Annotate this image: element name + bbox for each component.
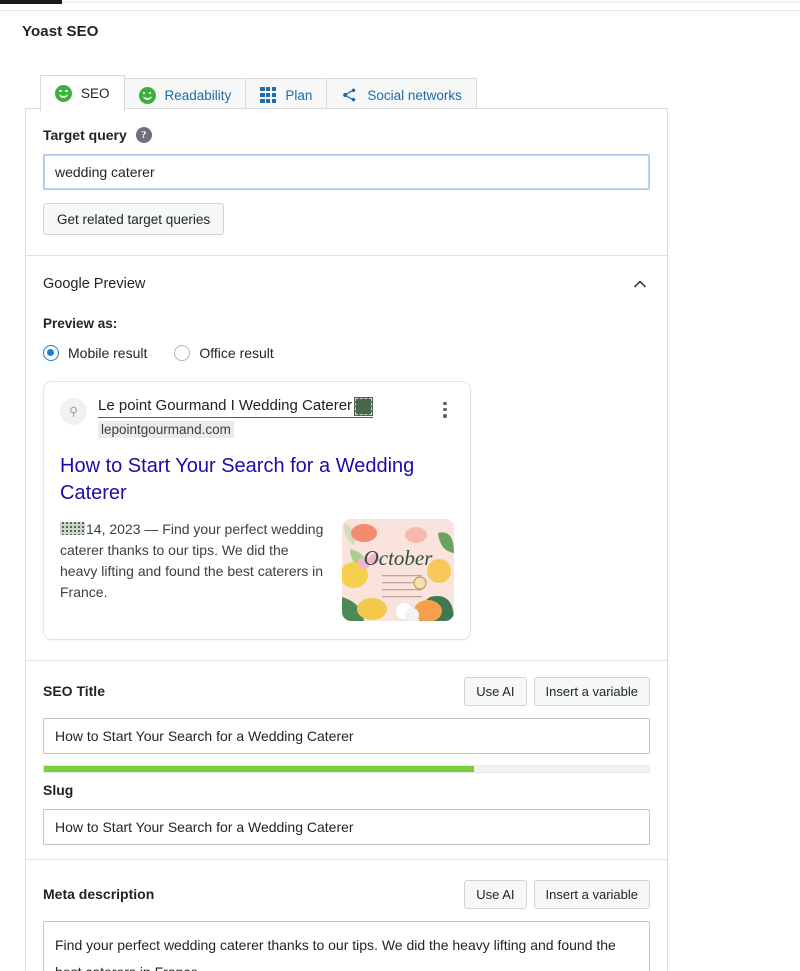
site-favicon-icon: ⚲ (60, 398, 87, 425)
seo-title-insert-variable-button[interactable]: Insert a variable (534, 677, 651, 706)
google-card-url: lepointgourmand.com (98, 421, 234, 438)
google-card-brand: Le point Gourmand I Wedding Caterer (98, 396, 373, 418)
google-card-brand-text: Le point Gourmand I Wedding Caterer (98, 396, 352, 416)
grid-icon (260, 87, 276, 103)
radio-mobile-result-label: Mobile result (68, 345, 147, 361)
slug-label: Slug (43, 782, 650, 798)
seo-title-label: SEO Title (43, 683, 105, 699)
google-card-thumbnail: October (342, 519, 454, 621)
radio-office-result-label: Office result (199, 345, 273, 361)
tab-social-networks[interactable]: Social networks (326, 78, 477, 111)
seo-title-header: SEO Title Use AI Insert a variable (43, 675, 650, 707)
radio-mobile-result[interactable]: Mobile result (43, 345, 147, 361)
meta-description-label: Meta description (43, 886, 154, 902)
share-icon (341, 87, 358, 103)
question-mark-icon[interactable]: ? (136, 127, 152, 143)
target-query-button-wrap: Get related target queries (43, 203, 650, 235)
meta-description-textarea[interactable] (43, 921, 650, 971)
target-query-label-row: Target query ? (43, 127, 650, 143)
radio-unselected-icon (174, 345, 190, 361)
redaction-block-icon (354, 397, 373, 416)
header-divider (0, 10, 800, 11)
tab-readability-label: Readability (165, 88, 232, 103)
smiley-green-icon (139, 87, 156, 104)
google-card-description: 14, 2023 — Find your perfect wedding cat… (60, 519, 328, 603)
meta-description-actions: Use AI Insert a variable (464, 880, 650, 909)
seo-title-use-ai-button[interactable]: Use AI (464, 677, 526, 706)
seo-title-section: SEO Title Use AI Insert a variable Slug (26, 660, 667, 859)
tab-list: SEO Readability Plan Social networks (40, 75, 477, 111)
target-query-section: Target query ? Get related target querie… (26, 109, 667, 255)
preview-as-radio-group: Mobile result Office result (43, 345, 650, 361)
google-card-date: 14, 2023 (86, 521, 141, 537)
meta-description-header: Meta description Use AI Insert a variabl… (43, 878, 650, 910)
tab-social-networks-label: Social networks (367, 88, 462, 103)
get-related-target-queries-button[interactable]: Get related target queries (43, 203, 224, 235)
tab-readability[interactable]: Readability (124, 78, 247, 111)
google-preview-section: Google Preview Preview as: Mobile result… (26, 255, 667, 660)
google-card-site-row: ⚲ Le point Gourmand I Wedding Caterer le… (60, 396, 454, 439)
radio-office-result[interactable]: Office result (174, 345, 273, 361)
seo-title-input[interactable] (43, 718, 650, 754)
seo-title-progress-fill (44, 766, 474, 772)
radio-selected-icon (43, 345, 59, 361)
slug-input[interactable] (43, 809, 650, 845)
tab-plan-label: Plan (285, 88, 312, 103)
tab-seo-label: SEO (81, 86, 110, 101)
tab-seo[interactable]: SEO (40, 75, 125, 111)
google-preview-title: Google Preview (43, 276, 145, 292)
kebab-menu-icon[interactable] (436, 402, 454, 418)
redaction-block-small-icon (60, 522, 85, 535)
google-card-date-separator: — (144, 521, 158, 537)
tab-plan[interactable]: Plan (245, 78, 327, 111)
seo-title-progress-bar (43, 765, 650, 773)
top-progress-bar (0, 0, 62, 4)
meta-description-insert-variable-button[interactable]: Insert a variable (534, 880, 651, 909)
top-bar-track (62, 1, 800, 3)
seo-title-actions: Use AI Insert a variable (464, 677, 650, 706)
smiley-green-icon (55, 85, 72, 102)
google-result-card: ⚲ Le point Gourmand I Wedding Caterer le… (43, 381, 471, 640)
google-card-body: 14, 2023 — Find your perfect wedding cat… (60, 519, 454, 621)
yoast-seo-metabox: Yoast SEO SEO Readability Plan (0, 0, 800, 971)
target-query-label: Target query (43, 127, 127, 143)
meta-description-section: Meta description Use AI Insert a variabl… (26, 859, 667, 971)
page-title: Yoast SEO (22, 23, 98, 40)
seo-panel: Target query ? Get related target querie… (25, 108, 668, 971)
google-preview-header[interactable]: Google Preview (43, 274, 650, 294)
google-card-heading[interactable]: How to Start Your Search for a Wedding C… (60, 453, 454, 507)
svg-text:October: October (364, 546, 434, 570)
preview-as-label: Preview as: (43, 316, 650, 331)
chevron-up-icon[interactable] (630, 274, 650, 294)
google-card-site-col: Le point Gourmand I Wedding Caterer lepo… (98, 396, 425, 439)
target-query-input[interactable] (43, 154, 650, 190)
meta-description-use-ai-button[interactable]: Use AI (464, 880, 526, 909)
